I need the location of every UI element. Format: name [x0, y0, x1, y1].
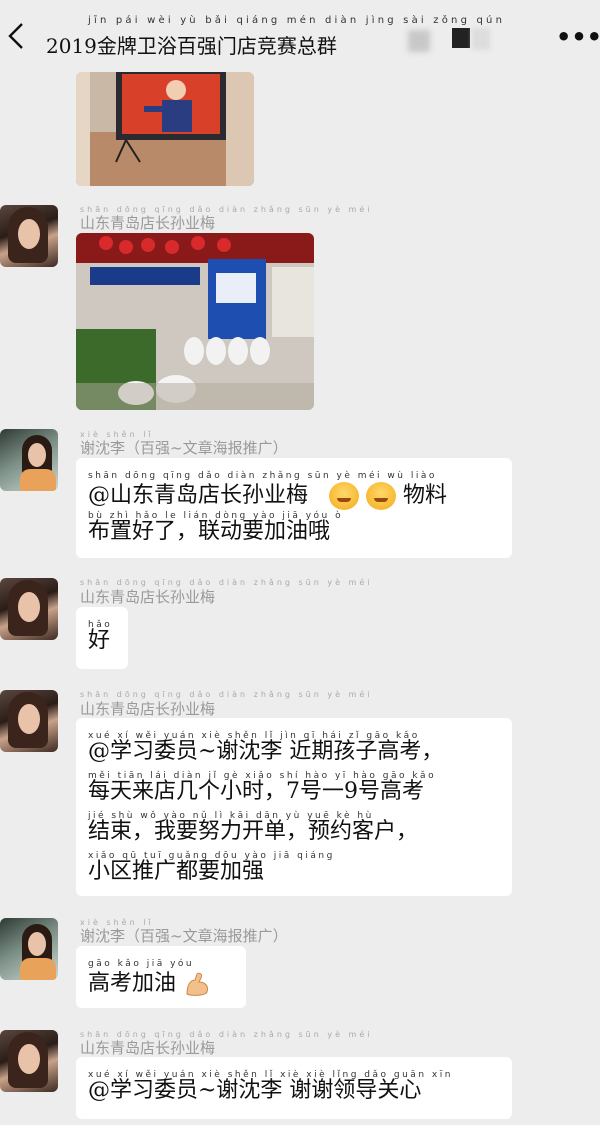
blurred-count	[452, 28, 470, 48]
avatar[interactable]	[0, 918, 58, 980]
more-dots-icon[interactable]: •••	[556, 22, 600, 52]
message-pinyin: xiǎo qū tuī guǎng dōu yào jiā qiáng	[88, 851, 335, 861]
title-pinyin: jīn pái wèi yù bǎi qiáng mén diàn jìng s…	[88, 15, 506, 26]
blurred-count	[408, 30, 430, 52]
message-bubble[interactable]: xué xí wěi yuán xiè shěn lǐ xiè xiè lǐng…	[76, 1057, 512, 1119]
chat-title: 2019金牌卫浴百强门店竞赛总群	[46, 34, 337, 58]
message-pinyin: jié shù wǒ yào nǔ lì kāi dān yù yuē kè h…	[88, 811, 374, 821]
flexed-biceps-icon	[183, 970, 211, 998]
message-text: 高考加油	[88, 971, 177, 996]
back-arrow-icon[interactable]	[4, 18, 28, 54]
message-pinyin: gāo kǎo jiā yóu	[88, 959, 195, 969]
sender-name: 山东青岛店长孙业梅	[80, 214, 216, 232]
message-bubble[interactable]: hǎo 好	[76, 607, 128, 669]
message-bubble[interactable]: gāo kǎo jiā yóu 高考加油	[76, 946, 246, 1008]
avatar[interactable]	[0, 429, 58, 491]
avatar[interactable]	[0, 690, 58, 752]
message-pinyin: xué xí wěi yuán xiè shěn lǐ jìn qī hái z…	[88, 731, 420, 741]
sender-name: 山东青岛店长孙业梅	[80, 700, 216, 718]
message-pinyin: hǎo	[88, 620, 113, 630]
avatar[interactable]	[0, 205, 58, 267]
message-text: @山东青岛店长孙业梅	[88, 483, 309, 508]
message-photo[interactable]	[76, 72, 254, 186]
avatar[interactable]	[0, 578, 58, 640]
message-pinyin: bù zhì hǎo le lián dòng yào jiā yóu ò	[88, 511, 344, 521]
message-pinyin: měi tiān lái diàn jǐ gè xiǎo shí hào yī …	[88, 771, 437, 781]
sender-name: 谢沈李（百强~文章海报推广）	[80, 927, 288, 945]
avatar[interactable]	[0, 1030, 58, 1092]
message-bubble[interactable]: shān dōng qīng dǎo diàn zhǎng sūn yè méi…	[76, 458, 512, 558]
message-photo[interactable]	[76, 233, 314, 410]
chat-header: jīn pái wèi yù bǎi qiáng mén diàn jìng s…	[0, 0, 600, 76]
blurred-count	[472, 28, 490, 50]
message-pinyin: xué xí wěi yuán xiè shěn lǐ xiè xiè lǐng…	[88, 1070, 453, 1080]
message-bubble[interactable]: xué xí wěi yuán xiè shěn lǐ jìn qī hái z…	[76, 718, 512, 896]
sender-name: 山东青岛店长孙业梅	[80, 1039, 216, 1057]
sender-name: 山东青岛店长孙业梅	[80, 588, 216, 606]
message-text-suffix: 物料	[403, 483, 448, 508]
sender-name: 谢沈李（百强~文章海报推广）	[80, 439, 288, 457]
